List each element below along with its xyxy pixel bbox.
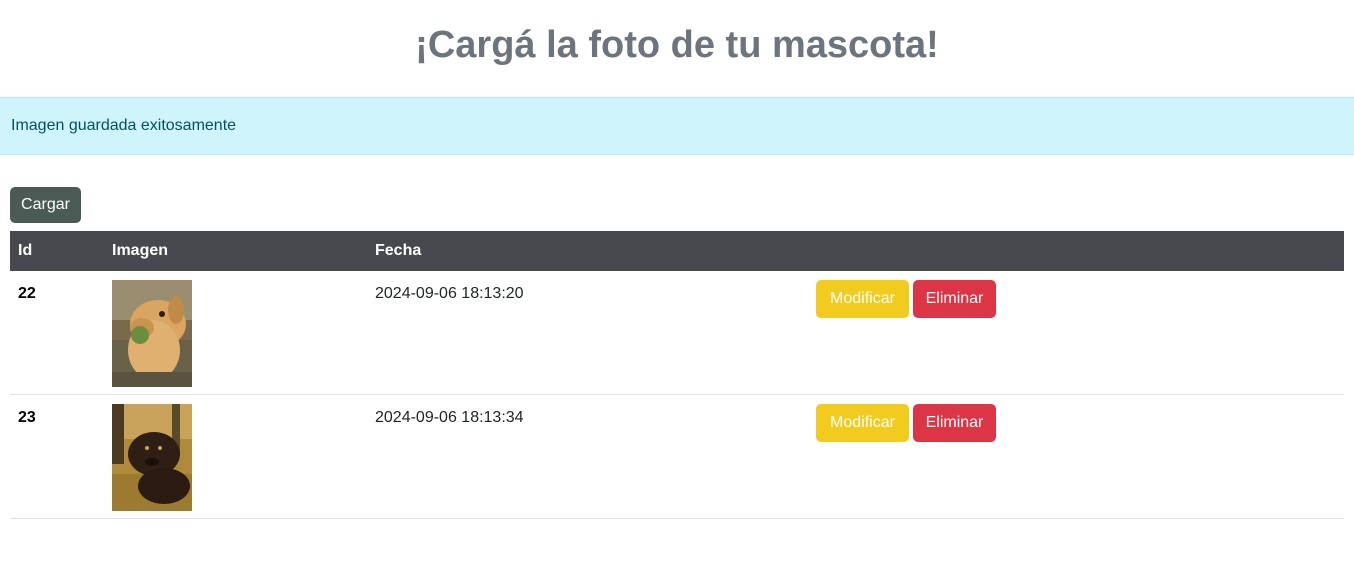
- row-date: 2024-09-06 18:13:34: [375, 409, 524, 426]
- row-id: 23: [18, 409, 36, 426]
- page-title: ¡Cargá la foto de tu mascota!: [415, 24, 939, 66]
- row-id: 22: [18, 285, 36, 302]
- delete-button[interactable]: Eliminar: [913, 404, 996, 442]
- pet-photo: [112, 404, 192, 511]
- column-header-date: Fecha: [375, 242, 422, 259]
- pets-table: Id Imagen Fecha 22 2024-09-06 18:13:20 M…: [10, 231, 1344, 519]
- edit-button[interactable]: Modificar: [816, 280, 909, 318]
- table-row: 22 2024-09-06 18:13:20 Modificar Elimina…: [10, 271, 1344, 395]
- row-date: 2024-09-06 18:13:20: [375, 285, 524, 302]
- alert-message: Imagen guardada exitosamente: [11, 117, 237, 134]
- table-header: Id Imagen Fecha: [10, 231, 1344, 271]
- edit-button[interactable]: Modificar: [816, 404, 909, 442]
- table-row: 23 2024-09-06 18:13:34 Modificar Elimina…: [10, 395, 1344, 519]
- upload-button[interactable]: Cargar: [10, 187, 81, 223]
- success-alert: Imagen guardada exitosamente: [0, 97, 1354, 155]
- pet-photo: [112, 280, 192, 387]
- column-header-id: Id: [18, 242, 33, 259]
- delete-button[interactable]: Eliminar: [913, 280, 996, 318]
- column-header-image: Imagen: [112, 242, 169, 259]
